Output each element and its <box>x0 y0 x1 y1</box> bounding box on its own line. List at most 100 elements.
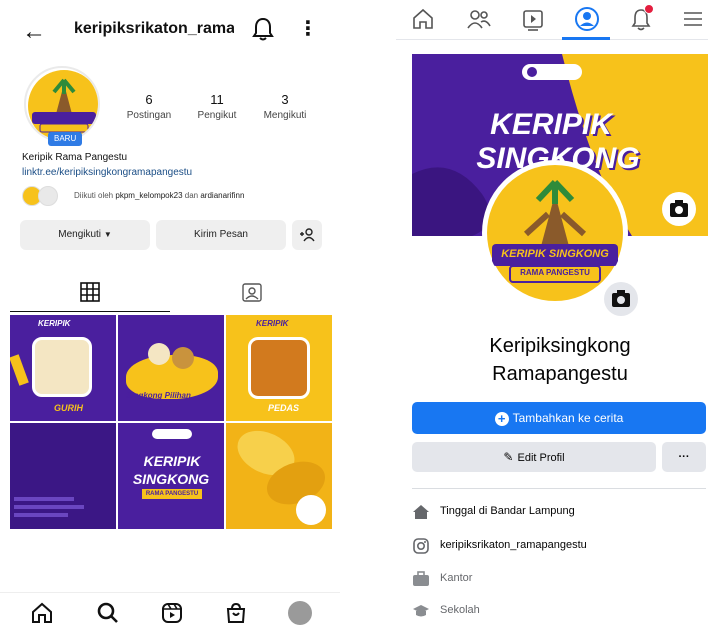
add-person-icon <box>300 228 315 242</box>
camera-icon <box>612 290 630 307</box>
screenshot-root: ← keripiksrikaton_ramap... ⋮ BARU 6 Post… <box>0 0 708 628</box>
ig-header: ← keripiksrikaton_ramap... ⋮ <box>0 0 340 58</box>
followed-by-prefix: Diikuti oleh <box>74 191 114 200</box>
bio-name: Keripik Rama Pangestu <box>22 152 128 163</box>
chips-image <box>32 337 92 397</box>
profile-camera-button[interactable] <box>604 282 638 316</box>
post-caption: PEDAS <box>268 403 300 413</box>
profile-avatar-icon[interactable] <box>288 601 312 625</box>
text-line <box>14 513 68 517</box>
stat-value: 11 <box>210 92 224 107</box>
partner-logo <box>152 429 192 439</box>
followed-by-user: ardianarifinn <box>200 191 245 200</box>
stat-posts[interactable]: 6 Postingan <box>114 92 184 121</box>
info-text: Tinggal di Bandar Lampung <box>440 505 575 517</box>
followed-by-user: pkpm_kelompok23 <box>115 191 183 200</box>
fb-top-nav <box>396 0 708 40</box>
info-value[interactable]: Kantor <box>440 572 472 584</box>
ig-content-tabs <box>0 276 340 312</box>
send-message-button[interactable]: Kirim Pesan <box>156 220 286 250</box>
briefcase-icon <box>413 571 429 586</box>
logo-text: KERIPIK SINGKONG <box>501 248 609 260</box>
product-image <box>296 495 326 525</box>
watch-icon[interactable] <box>520 6 546 32</box>
reels-icon[interactable] <box>160 601 184 625</box>
plus-circle-icon: + <box>494 411 509 426</box>
info-prefix: Tinggal di <box>440 505 488 517</box>
grid-icon[interactable] <box>80 282 100 302</box>
text-line <box>14 505 84 509</box>
info-value[interactable]: Bandar Lampung <box>490 505 574 517</box>
page-name: Keripiksingkong Ramapangestu <box>412 332 708 388</box>
ig-bottom-nav <box>0 592 340 628</box>
post-thumbnail[interactable]: KERIPIK PEDAS <box>226 315 332 421</box>
info-instagram: keripiksrikaton_ramapangestu <box>412 536 706 556</box>
back-arrow-icon[interactable]: ← <box>22 18 46 46</box>
menu-icon[interactable] <box>680 6 706 32</box>
cassava-image <box>172 347 194 369</box>
post-thumbnail[interactable]: KERIPIK SINGKONG RAMA PANGESTU <box>118 423 224 529</box>
stat-following[interactable]: 3 Mengikuti <box>250 92 320 121</box>
search-icon[interactable] <box>96 601 120 625</box>
post-title: KERIPIK <box>143 453 201 469</box>
shop-icon[interactable] <box>224 601 248 625</box>
more-button[interactable]: ··· <box>662 442 706 472</box>
cover-title: KERIPIK <box>490 108 612 141</box>
notification-badge <box>644 4 654 14</box>
active-tab-indicator <box>562 37 610 40</box>
chevron-down-icon: ▼ <box>103 230 112 239</box>
follower-avatar <box>38 186 58 206</box>
bell-icon[interactable] <box>252 16 274 42</box>
followed-by-and: dan <box>184 191 199 200</box>
post-thumbnail[interactable] <box>10 423 116 529</box>
page-name-line: Ramapangestu <box>492 363 628 385</box>
pencil-icon: ✎ <box>503 450 514 464</box>
ig-post-grid: KERIPIK GURIH Singkong Pilihan KERIPIK P… <box>10 315 332 530</box>
add-person-button[interactable] <box>292 220 322 250</box>
ig-profile-avatar[interactable] <box>24 66 100 142</box>
stat-label: Pengikut <box>197 110 237 121</box>
post-thumbnail[interactable]: Singkong Pilihan <box>118 315 224 421</box>
bio-link[interactable]: linktr.ee/keripiksingkongramapangestu <box>22 167 192 178</box>
graduation-cap-icon <box>413 605 429 617</box>
info-value[interactable]: Sekolah <box>440 604 480 616</box>
chips-image <box>248 337 310 399</box>
info-lives-in: Tinggal di Bandar Lampung <box>412 502 706 522</box>
tagged-icon[interactable] <box>242 282 262 302</box>
info-work: Kantor <box>412 569 706 589</box>
home-icon[interactable] <box>410 6 436 32</box>
logo-subtext: RAMA PANGESTU <box>520 268 590 277</box>
friends-icon[interactable] <box>466 6 492 32</box>
post-title: SINGKONG <box>132 471 210 487</box>
facebook-profile-screen: KERIPIK SINGKONG KERIPIK SINGKONG RAMA P… <box>396 0 708 628</box>
edit-profile-button[interactable]: ✎ Edit Profil <box>412 442 656 472</box>
profile-icon[interactable] <box>574 6 600 32</box>
post-caption: Singkong Pilihan <box>126 391 191 400</box>
instagram-profile-screen: ← keripiksrikaton_ramap... ⋮ BARU 6 Post… <box>0 0 340 628</box>
stat-value: 6 <box>145 92 153 107</box>
info-value[interactable]: keripiksrikaton_ramapangestu <box>440 539 587 551</box>
active-tab-indicator <box>10 311 170 312</box>
add-to-story-button[interactable]: + Tambahkan ke cerita <box>412 402 706 434</box>
page-name-line: Keripiksingkong <box>489 335 631 357</box>
followed-by-text: Diikuti oleh pkpm_kelompok23 dan ardiana… <box>74 191 244 200</box>
stat-followers[interactable]: 11 Pengikut <box>182 92 252 121</box>
stat-value: 3 <box>281 92 289 107</box>
more-options-icon[interactable]: ⋮ <box>298 16 318 41</box>
camera-icon <box>670 200 688 217</box>
post-thumbnail[interactable] <box>226 423 332 529</box>
instagram-icon <box>413 538 429 554</box>
post-title: KERIPIK <box>256 319 289 328</box>
followed-by-row[interactable]: Diikuti oleh pkpm_kelompok23 dan ardiana… <box>22 186 322 208</box>
ig-username: keripiksrikaton_ramap... <box>74 20 234 37</box>
following-button[interactable]: Mengikuti ▼ <box>20 220 150 250</box>
send-message-label: Kirim Pesan <box>194 229 248 240</box>
add-to-story-label: Tambahkan ke cerita <box>512 411 624 425</box>
info-school: Sekolah <box>412 601 706 621</box>
home-icon[interactable] <box>30 601 54 625</box>
cover-camera-button[interactable] <box>662 192 696 226</box>
decor-stroke <box>10 354 29 386</box>
stat-label: Postingan <box>126 110 172 121</box>
post-thumbnail[interactable]: KERIPIK GURIH <box>10 315 116 421</box>
house-icon <box>413 505 429 519</box>
